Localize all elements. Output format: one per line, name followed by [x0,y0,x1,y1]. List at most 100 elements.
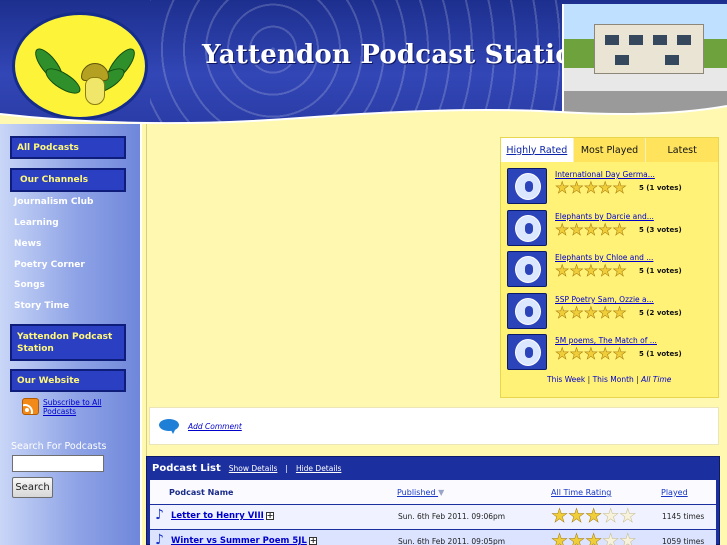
star-icon: ★ [583,178,599,197]
subscribe-link[interactable]: Subscribe to All Podcasts [22,398,107,416]
star-icon: ★ [569,261,584,280]
sidebar-item-news[interactable]: News [14,239,41,249]
site-title: Yattendon Podcast Station [202,40,592,70]
acorn-nut [85,77,105,105]
podcast-link[interactable]: Letter to Henry VIII [171,511,264,521]
star-empty-icon[interactable]: ★ [619,531,637,545]
table-row: ♪ Winter vs Summer Poem 5JL + Sun. 6th Fe… [150,530,716,545]
hide-details-link[interactable]: Hide Details [296,464,341,473]
site-header: Yattendon Podcast Station [0,0,727,124]
our-website-button[interactable]: Our Website [10,369,126,392]
photo-building [594,24,704,74]
played-cell: 1059 times [662,537,705,545]
star-icon[interactable]: ★ [585,506,603,526]
separator: | [636,375,639,384]
top-podcasts-tabs: Highly Rated Most Played Latest [501,138,719,162]
sidebar-item-story-time[interactable]: Story Time [14,301,69,311]
podcast-list-header: Podcast List Show Details | Hide Details [147,457,719,480]
star-icon: ★ [598,220,613,239]
add-comment-link[interactable]: Add Comment [188,422,242,431]
search-input[interactable] [12,455,104,472]
column-headers: Podcast Name Published ▼ All Time Rating… [150,480,716,504]
rating-stars[interactable]: ★ ★ ★ ★ ★ [551,531,637,545]
podcast-name-cell: Winter vs Summer Poem 5JL + [171,536,317,545]
published-cell: Sun. 6th Feb 2011. 09:06pm [398,512,506,521]
separator: | [285,464,288,473]
star-icon[interactable]: ★ [568,506,586,526]
all-time-link[interactable]: All Time [641,375,671,384]
rating-votes: 5 (1 votes) [639,184,682,192]
podcast-thumbnail[interactable] [507,251,547,287]
this-month-link[interactable]: This Month [593,375,634,384]
podcast-thumbnail[interactable] [507,334,547,370]
this-week-link[interactable]: This Week [547,375,585,384]
star-icon[interactable]: ★ [568,531,586,545]
oak-leaf-icon [41,63,85,99]
star-icon: ★ [555,220,570,239]
rating-votes: 5 (1 votes) [639,267,682,275]
period-filter: This Week | This Month | All Time [547,375,671,384]
tab-latest[interactable]: Latest [645,138,719,162]
podcast-thumbnail[interactable] [507,210,547,246]
rating-stars: ★ ★ ★ ★ ★ [555,344,627,363]
table-row: ♪ Letter to Henry VIII + Sun. 6th Feb 201… [150,505,716,529]
top-podcast-item: 5SP Poetry Sam, Ozzie a... ★ ★ ★ ★ ★ 5 (2 vo… [507,293,715,331]
sidebar-item-songs[interactable]: Songs [14,280,45,290]
search-label: Search For Podcasts [11,441,107,452]
speech-bubble-icon[interactable] [159,419,179,434]
tab-highly-rated[interactable]: Highly Rated [501,138,573,162]
star-icon: ★ [612,220,627,239]
star-icon[interactable]: ★ [585,531,603,545]
top-podcast-item: 5M poems, The Match of ... ★ ★ ★ ★ ★ 5 (1 vo… [507,334,715,372]
sidebar-item-learning[interactable]: Learning [14,218,59,228]
podcast-thumbnail[interactable] [507,293,547,329]
star-icon: ★ [569,344,584,363]
top-podcast-item: Elephants by Darcie and... ★ ★ ★ ★ ★ 5 (3 vo… [507,210,715,248]
music-note-icon[interactable]: ♪ [155,533,164,545]
sidebar-item-poetry-corner[interactable]: Poetry Corner [14,260,85,270]
rating-stars: ★ ★ ★ ★ ★ [555,303,627,322]
rss-icon [22,398,39,415]
tab-most-played[interactable]: Most Played [572,138,646,162]
sidebar-item-journalism-club[interactable]: Journalism Club [14,197,93,207]
star-empty-icon[interactable]: ★ [602,506,620,526]
rating-votes: 5 (2 votes) [639,309,682,317]
school-photo [562,4,727,120]
plus-box-icon[interactable]: + [265,511,274,520]
star-icon: ★ [583,261,599,280]
rating-votes: 5 (3 votes) [639,226,682,234]
all-podcasts-button[interactable]: All Podcasts [10,136,126,159]
music-note-icon[interactable]: ♪ [155,508,164,522]
star-empty-icon[interactable]: ★ [602,531,620,545]
column-rating[interactable]: All Time Rating [551,488,611,497]
podcast-list-title: Podcast List [152,463,221,474]
sort-arrow-icon: ▼ [438,488,445,497]
column-published-label[interactable]: Published [397,488,436,497]
star-icon: ★ [612,178,627,197]
top-podcasts-widget: Highly Rated Most Played Latest Internat… [500,137,719,398]
top-podcast-item: Elephants by Chloe and ... ★ ★ ★ ★ ★ 5 (1 vo… [507,251,715,289]
column-played[interactable]: Played [661,488,688,497]
station-button[interactable]: Yattendon Podcast Station [10,324,126,361]
star-empty-icon[interactable]: ★ [619,506,637,526]
show-details-link[interactable]: Show Details [229,464,278,473]
star-icon[interactable]: ★ [551,531,569,545]
star-icon: ★ [569,178,584,197]
top-podcast-item: International Day Germa... ★ ★ ★ ★ ★ 5 (1 vo… [507,168,715,206]
star-icon: ★ [555,261,570,280]
podcast-list: Podcast List Show Details | Hide Details… [146,456,720,545]
rating-stars: ★ ★ ★ ★ ★ [555,178,627,197]
subscribe-label[interactable]: Subscribe to All Podcasts [43,398,107,416]
star-icon: ★ [569,303,584,322]
star-icon[interactable]: ★ [551,506,569,526]
comment-box: Add Comment [149,407,719,445]
star-icon: ★ [612,344,627,363]
podcast-thumbnail[interactable] [507,168,547,204]
rating-stars[interactable]: ★ ★ ★ ★ ★ [551,506,637,526]
plus-box-icon[interactable]: + [308,536,317,545]
star-icon: ★ [583,303,599,322]
separator: | [587,375,591,384]
search-button[interactable]: Search [12,477,53,498]
column-published[interactable]: Published ▼ [397,488,444,497]
podcast-link[interactable]: Winter vs Summer Poem 5JL [171,536,307,545]
